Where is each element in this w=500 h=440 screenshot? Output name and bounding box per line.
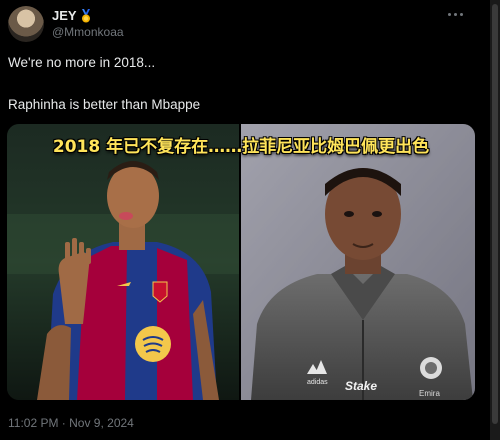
author-handle[interactable]: @Mmonkoaa: [52, 25, 124, 39]
image-caption: 2018 年已不复存在……拉菲尼亚比姆巴佩更出色: [52, 137, 430, 157]
scrollbar[interactable]: [490, 0, 500, 440]
mbappe-photo: adidas Stake Emira: [241, 124, 475, 400]
svg-text:adidas: adidas: [307, 379, 328, 386]
author-name-row: JEY: [52, 8, 92, 23]
raphinha-photo: [7, 124, 239, 400]
tweet-card: JEY @Mmonkoaa We're no more in 2018... R…: [0, 0, 490, 440]
tweet-timestamp[interactable]: 11:02 PM · Nov 9, 2024: [8, 416, 134, 430]
svg-text:Emira: Emira: [419, 389, 440, 398]
medal-icon: [80, 8, 92, 23]
tweet-media[interactable]: adidas Stake Emira 2018 年已不复存在……拉菲尼亚比姆巴佩…: [7, 124, 475, 400]
scrollbar-thumb[interactable]: [492, 4, 498, 424]
more-options-icon[interactable]: [448, 10, 466, 18]
tweet-text-line-1: We're no more in 2018...: [8, 55, 156, 70]
svg-text:Stake: Stake: [345, 379, 377, 393]
display-name[interactable]: JEY: [52, 8, 77, 23]
tweet-text-line-2: Raphinha is better than Mbappe: [8, 97, 201, 112]
avatar[interactable]: [8, 6, 44, 42]
